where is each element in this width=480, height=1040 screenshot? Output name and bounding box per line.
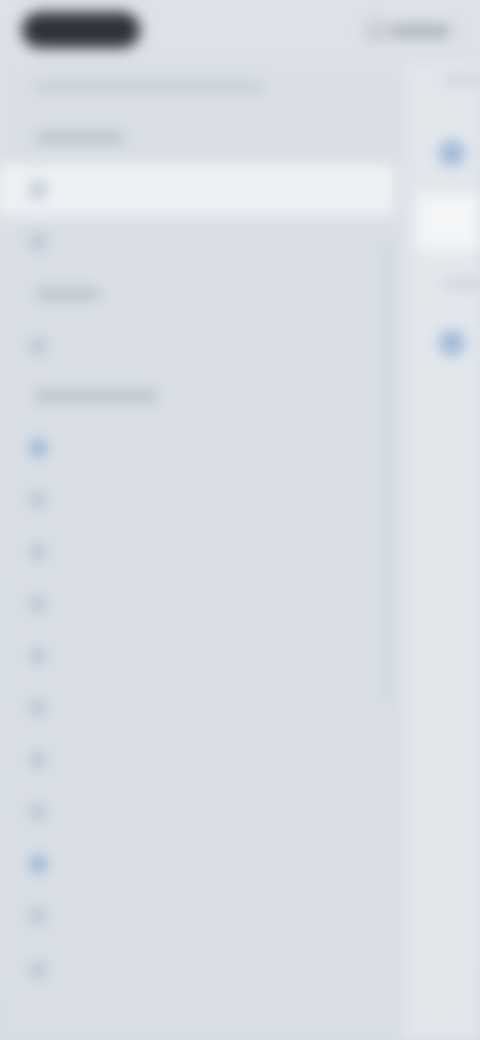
sidebar-item-6[interactable] [0,526,395,578]
section-label-2 [34,288,100,300]
square-icon [30,804,46,820]
top-right-label [390,26,450,36]
avatar[interactable] [439,330,465,356]
sidebar-item-1[interactable] [0,164,395,216]
section-label-1 [34,132,126,144]
sidebar-item-5[interactable] [0,474,395,526]
sidebar-scrollbar[interactable] [384,244,390,704]
sidebar-item-4[interactable] [0,422,395,474]
blue-square-icon [30,440,46,456]
content-card[interactable] [417,194,480,250]
square-icon [30,492,46,508]
content-line [443,280,480,288]
circle-icon [30,182,46,198]
sidebar-item-9[interactable] [0,682,395,734]
sidebar-item-8[interactable] [0,630,395,682]
avatar[interactable] [439,140,465,166]
square-icon [30,648,46,664]
circle-icon [30,234,46,250]
sidebar [0,64,406,1040]
blue-square-icon [30,856,46,872]
sidebar-subtitle [34,82,264,92]
top-bar [0,0,480,64]
square-icon [30,700,46,716]
square-icon [30,544,46,560]
sidebar-item-14[interactable] [0,944,395,996]
square-icon [30,596,46,612]
top-right-controls[interactable] [368,22,450,40]
sidebar-item-10[interactable] [0,734,395,786]
blurred-ui [0,0,480,1040]
sidebar-item-11[interactable] [0,786,395,838]
main-header-line [443,76,480,84]
sidebar-item-13[interactable] [0,890,395,942]
window-icon [368,23,384,39]
main-content [405,64,480,1040]
circle-icon [30,338,46,354]
square-icon [30,908,46,924]
square-icon [30,962,46,978]
app-switcher-pill[interactable] [22,12,140,48]
sidebar-divider [30,938,390,939]
sidebar-item-2[interactable] [0,216,395,268]
sidebar-item-7[interactable] [0,578,395,630]
sidebar-item-3[interactable] [0,320,395,372]
section-label-3 [34,390,158,402]
sidebar-item-12[interactable] [0,838,395,890]
screen [0,0,480,1040]
square-icon [30,752,46,768]
